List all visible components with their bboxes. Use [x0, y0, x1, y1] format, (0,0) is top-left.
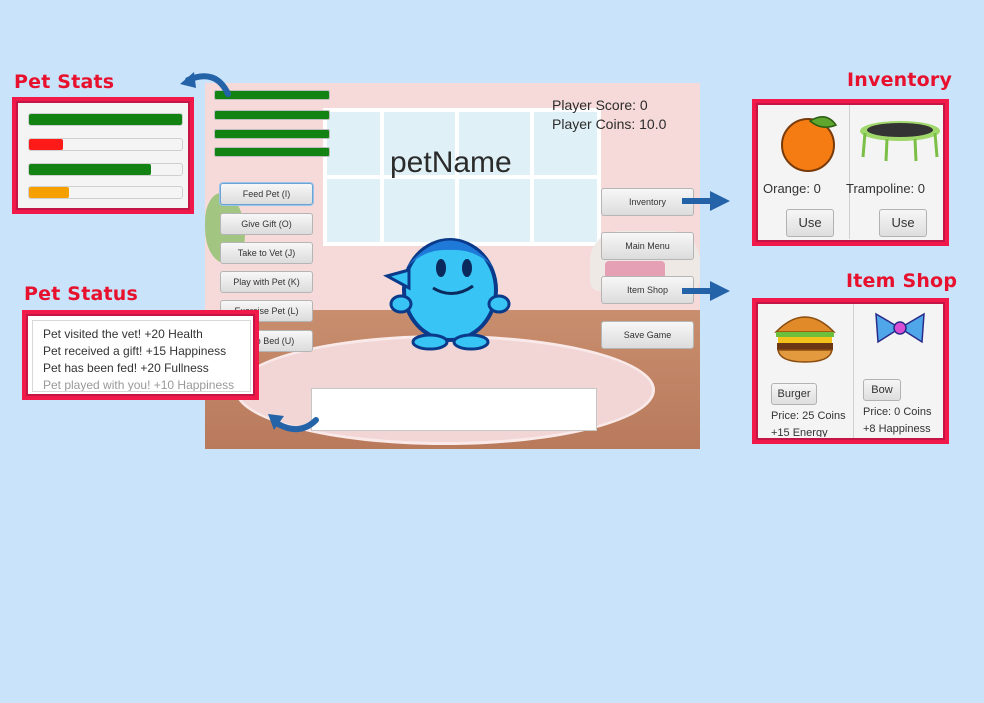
- buy-bow-button[interactable]: Bow: [863, 379, 901, 401]
- bow-icon: [875, 312, 925, 344]
- inventory-callout-title: Inventory: [847, 69, 953, 91]
- stat-bar-health: [28, 113, 183, 126]
- use-trampoline-button[interactable]: Use: [879, 209, 927, 237]
- play-with-pet-button[interactable]: Play with Pet (K): [220, 271, 313, 293]
- item-shop-panel: Burger Bow Price: 25 Coins +15 Energy Pr…: [752, 298, 949, 444]
- bow-effect: +8 Happiness: [863, 423, 931, 435]
- pet-status-panel: Pet visited the vet! +20 Health Pet rece…: [22, 310, 259, 400]
- game-window: Player Score: 0 Player Coins: 10.0 petNa…: [205, 83, 700, 449]
- shop-divider: [853, 304, 854, 438]
- take-to-vet-button[interactable]: Take to Vet (J): [220, 242, 313, 264]
- use-orange-button[interactable]: Use: [786, 209, 834, 237]
- buy-burger-button[interactable]: Burger: [771, 383, 817, 405]
- stat-bar-happiness: [28, 186, 183, 199]
- status-line: Pet played with you! +10 Happiness: [43, 378, 235, 392]
- inventory-button[interactable]: Inventory: [601, 188, 694, 216]
- orange-count: Orange: 0: [763, 181, 821, 196]
- burger-effect: +15 Energy: [771, 427, 828, 437]
- burger-icon: [774, 316, 836, 363]
- game-stat-bar: [214, 129, 330, 139]
- pet-name: petName: [390, 146, 512, 179]
- inventory-panel: Orange: 0 Trampoline: 0 Use Use: [752, 99, 949, 246]
- curved-arrow-icon: [268, 414, 319, 433]
- item-shop-button[interactable]: Item Shop: [601, 276, 694, 304]
- stat-bar-energy: [28, 138, 183, 151]
- main-menu-button[interactable]: Main Menu: [601, 232, 694, 260]
- bow-price: Price: 0 Coins: [863, 406, 932, 418]
- game-stat-bar: [214, 147, 330, 157]
- player-score: Player Score: 0: [552, 97, 648, 113]
- give-gift-button[interactable]: Give Gift (O): [220, 213, 313, 235]
- message-box[interactable]: [311, 388, 597, 431]
- game-stat-bar: [214, 110, 330, 120]
- player-coins: Player Coins: 10.0: [552, 116, 667, 132]
- pet-stats-callout-title: Pet Stats: [14, 71, 115, 93]
- pet-sprite-icon: [383, 238, 511, 351]
- right-arrow-icon: [682, 191, 730, 211]
- feed-pet-button[interactable]: Feed Pet (I): [220, 183, 313, 205]
- status-line: Pet visited the vet! +20 Health: [43, 327, 203, 341]
- status-log[interactable]: Pet visited the vet! +20 Health Pet rece…: [32, 320, 251, 392]
- inventory-divider: [849, 105, 850, 239]
- trampoline-count: Trampoline: 0: [846, 181, 925, 196]
- pet-stats-panel: [12, 97, 194, 214]
- stat-bar-fullness: [28, 163, 183, 176]
- curved-arrow-icon: [180, 72, 231, 97]
- save-game-button[interactable]: Save Game: [601, 321, 694, 349]
- item-shop-callout-title: Item Shop: [846, 270, 958, 292]
- burger-price: Price: 25 Coins: [771, 410, 846, 422]
- trampoline-icon: [860, 121, 940, 162]
- right-arrow-icon: [682, 281, 730, 301]
- status-line: Pet has been fed! +20 Fullness: [43, 361, 209, 375]
- orange-icon: [781, 116, 838, 172]
- pet-status-callout-title: Pet Status: [24, 283, 139, 305]
- status-line: Pet received a gift! +15 Happiness: [43, 344, 227, 358]
